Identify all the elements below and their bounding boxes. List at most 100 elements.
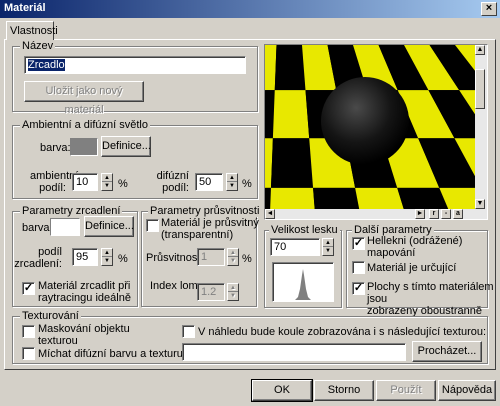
scroll-thumb[interactable] xyxy=(475,69,485,109)
diffuse-unit: % xyxy=(242,178,252,190)
mirror-color-swatch[interactable] xyxy=(50,218,80,236)
mirror-unit: % xyxy=(118,253,128,265)
texture-path-input[interactable] xyxy=(182,343,406,361)
apply-button[interactable]: Použít xyxy=(376,380,436,401)
two-sided-label: Plochy s tímto materiálem jsou zobrazeny… xyxy=(367,281,500,317)
preview-texture-checkbox[interactable] xyxy=(182,325,195,338)
mask-texture-checkbox[interactable] xyxy=(22,325,35,338)
diffuse-share-label-2: podíl: xyxy=(162,182,189,194)
preview-texture-label: V náhledu bude koule zobrazována i s nás… xyxy=(198,326,487,338)
raytrace-label-2: raytracingu ideálně xyxy=(38,292,131,304)
spin-down-icon[interactable]: ▼ xyxy=(228,292,238,300)
preview-mode-r-button[interactable]: r xyxy=(429,209,439,219)
title-bar: Materiál xyxy=(0,0,500,18)
refraction-input[interactable]: 1.2 xyxy=(197,283,225,301)
reflected-mapping-label-2: mapování xyxy=(367,247,416,259)
raytrace-label-1: Materiál zrcadlit při xyxy=(38,280,131,292)
refraction-spinner[interactable]: ▲ ▼ xyxy=(227,283,239,301)
material-name-value: Zrcadlo xyxy=(28,59,65,71)
defining-material-checkbox[interactable] xyxy=(352,261,365,274)
mirror-share-input[interactable]: 95 xyxy=(72,248,98,266)
ambient-color-swatch[interactable] xyxy=(70,138,98,156)
browse-button[interactable]: Procházet... xyxy=(412,341,482,362)
transparency-input[interactable]: 1 xyxy=(197,248,225,266)
diffuse-share-label-1: difúzní xyxy=(156,170,189,182)
highlight-size-input[interactable]: 70 xyxy=(270,238,320,256)
material-preview-image xyxy=(265,45,475,209)
transparency-group-legend: Parametry průsvitnosti xyxy=(148,205,262,217)
mask-texture-label: Maskování objektu texturou xyxy=(38,323,130,347)
spin-up-icon[interactable]: ▲ xyxy=(102,249,112,257)
transparency-unit: % xyxy=(242,253,252,265)
mirror-color-label: barva: xyxy=(22,222,53,234)
spin-up-icon[interactable]: ▲ xyxy=(228,249,238,257)
checker-tile xyxy=(272,90,310,139)
tab-label: Vlastnosti xyxy=(10,25,58,37)
checker-tile xyxy=(265,187,271,209)
preview-sphere xyxy=(321,77,409,165)
spin-down-icon[interactable]: ▼ xyxy=(323,247,333,255)
checker-tile xyxy=(274,45,306,91)
preview-vscroll[interactable]: ▲ ▼ xyxy=(475,45,487,209)
cancel-button[interactable]: Storno xyxy=(314,380,374,401)
transparency-label: Průsvitnost: xyxy=(146,252,204,264)
mirror-share-label-1: podíl xyxy=(38,246,62,258)
preview-mode-a-button[interactable]: a xyxy=(453,209,463,219)
transparency-spinner[interactable]: ▲ ▼ xyxy=(227,248,239,266)
ambient-unit: % xyxy=(118,178,128,190)
spin-down-icon[interactable]: ▼ xyxy=(227,182,237,190)
help-button[interactable]: Nápověda xyxy=(438,380,496,401)
defining-material-label: Materiál je určující xyxy=(367,262,457,274)
mix-diffuse-checkbox[interactable] xyxy=(22,347,35,360)
preview-mode-minus-button[interactable]: - xyxy=(441,209,451,219)
diffuse-share-input[interactable]: 50 xyxy=(195,173,223,191)
checker-tile xyxy=(265,45,277,91)
spin-up-icon[interactable]: ▲ xyxy=(227,174,237,182)
scroll-right-icon[interactable]: ► xyxy=(415,209,425,219)
mirror-share-label-2: zrcadlení: xyxy=(14,258,62,270)
highlight-size-spinner[interactable]: ▲ ▼ xyxy=(322,238,334,256)
spin-down-icon[interactable]: ▼ xyxy=(102,257,112,265)
ambient-share-input[interactable]: 10 xyxy=(72,173,98,191)
mask-texture-label-2: texturou xyxy=(38,335,78,347)
highlight-curve-graph xyxy=(273,269,333,300)
two-sided-checkbox[interactable]: ✓ xyxy=(352,282,365,295)
ok-button[interactable]: OK xyxy=(251,379,313,402)
check-icon: ✓ xyxy=(23,282,34,294)
mirror-define-button[interactable]: Definice... xyxy=(84,216,134,237)
reflected-mapping-checkbox[interactable]: ✓ xyxy=(352,237,365,250)
check-icon: ✓ xyxy=(353,237,364,249)
scroll-down-icon[interactable]: ▼ xyxy=(475,199,485,209)
ambient-share-spinner[interactable]: ▲ ▼ xyxy=(101,173,113,191)
mask-texture-label-1: Maskování objektu xyxy=(38,323,130,335)
transparent-label-1: Materiál je průsvitný xyxy=(161,217,259,229)
ambient-define-button[interactable]: Definice... xyxy=(101,136,151,157)
mix-diffuse-label: Míchat difúzní barvu a texturu xyxy=(38,348,183,360)
close-icon[interactable]: × xyxy=(481,2,497,16)
tab-vlastnosti[interactable]: Vlastnosti xyxy=(6,21,58,40)
spin-down-icon[interactable]: ▼ xyxy=(102,182,112,190)
ambient-share-label-1: ambientní xyxy=(30,170,79,182)
spin-down-icon[interactable]: ▼ xyxy=(228,257,238,265)
material-preview[interactable]: ▲ ▼ ◄ ► r - a xyxy=(264,44,488,220)
scroll-left-icon[interactable]: ◄ xyxy=(265,209,275,219)
spin-up-icon[interactable]: ▲ xyxy=(228,284,238,292)
spin-up-icon[interactable]: ▲ xyxy=(323,239,333,247)
transparent-checkbox[interactable] xyxy=(146,219,159,232)
save-as-new-material-button[interactable]: Uložit jako nový materiál xyxy=(24,81,144,116)
highlight-group-legend: Velikost lesku xyxy=(269,224,340,236)
mirror-share-label: podíl zrcadlení: xyxy=(14,246,62,270)
reflected-mapping-label: Hellekni (odrážené) mapování xyxy=(367,235,462,259)
name-group-legend: Název xyxy=(20,40,56,52)
preview-hscroll[interactable]: ◄ ► r - a xyxy=(265,209,487,219)
diffuse-share-spinner[interactable]: ▲ ▼ xyxy=(226,173,238,191)
raytrace-checkbox[interactable]: ✓ xyxy=(22,282,35,295)
ambient-group-legend: Ambientní a difúzní světlo xyxy=(20,119,150,131)
transparent-label: Materiál je průsvitný (transparentní) xyxy=(161,217,259,241)
raytrace-label: Materiál zrcadlit při raytracingu ideáln… xyxy=(38,280,131,304)
texture-group-legend: Texturování xyxy=(20,310,81,322)
spin-up-icon[interactable]: ▲ xyxy=(102,174,112,182)
material-name-input[interactable]: Zrcadlo xyxy=(24,56,246,74)
mirror-share-spinner[interactable]: ▲ ▼ xyxy=(101,248,113,266)
scroll-up-icon[interactable]: ▲ xyxy=(475,45,485,55)
